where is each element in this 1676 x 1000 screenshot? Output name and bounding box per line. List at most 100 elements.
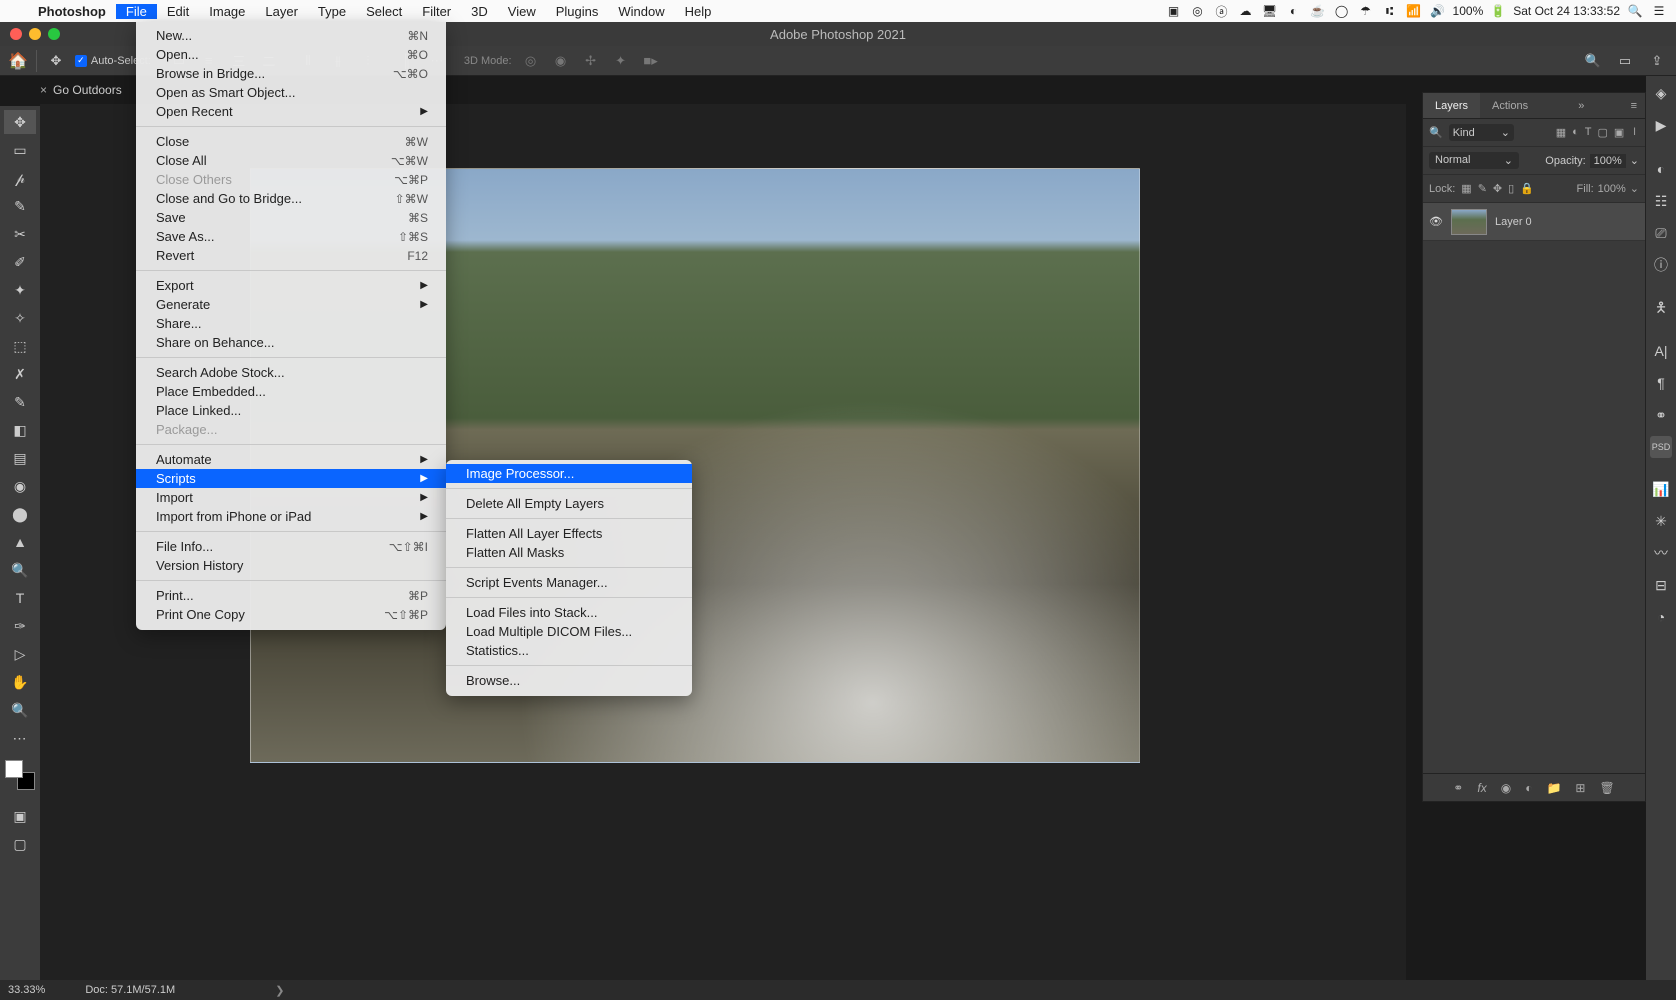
filter-type-icon[interactable]: T — [1585, 126, 1592, 139]
menu-layer[interactable]: Layer — [255, 4, 308, 19]
text-tool[interactable]: T — [4, 586, 36, 610]
brush-tool[interactable]: ✧ — [4, 306, 36, 330]
histogram-icon[interactable]: 📊 — [1650, 478, 1672, 500]
menu-item[interactable]: Delete All Empty Layers — [446, 494, 692, 513]
edit-toolbar[interactable]: ⋯ — [4, 726, 36, 750]
zoom-level[interactable]: 33.33% — [8, 984, 45, 996]
marquee-tool[interactable]: ▭ — [4, 138, 36, 162]
3d-icon[interactable]: ◎ — [520, 50, 542, 72]
play-icon[interactable]: ▶ — [1650, 114, 1672, 136]
menu-item[interactable]: Generate▶ — [136, 295, 446, 314]
menu-type[interactable]: Type — [308, 4, 356, 19]
blend-mode-dropdown[interactable]: Normal ⌄ — [1429, 152, 1519, 169]
lock-nest-icon[interactable]: ▯ — [1508, 182, 1514, 195]
status-icon[interactable]: ▣ — [1165, 4, 1183, 18]
new-layer-icon[interactable]: ⊞ — [1575, 781, 1585, 795]
hand-tool[interactable]: ✋ — [4, 670, 36, 694]
menu-filter[interactable]: Filter — [412, 4, 461, 19]
tab-layers[interactable]: Layers — [1423, 93, 1480, 118]
menu-item[interactable]: Save⌘S — [136, 208, 446, 227]
paragraph-icon[interactable]: A| — [1650, 340, 1672, 362]
filter-shape-icon[interactable]: ▢ — [1597, 126, 1607, 139]
doc-size[interactable]: Doc: 57.1M/57.1M — [85, 984, 175, 996]
delete-icon[interactable]: 🗑 — [1599, 781, 1614, 795]
menu-item[interactable]: Image Processor... — [446, 464, 692, 483]
menu-item[interactable]: Print One Copy⌥⇧⌘P — [136, 605, 446, 624]
opacity-value[interactable]: 100% — [1590, 154, 1626, 168]
expand-icon[interactable]: » — [1570, 93, 1592, 118]
spotlight-icon[interactable]: 🔍 — [1626, 4, 1644, 18]
menu-item[interactable]: Import from iPhone or iPad▶ — [136, 507, 446, 526]
menu-item[interactable]: New...⌘N — [136, 26, 446, 45]
menu-item[interactable]: Browse... — [446, 671, 692, 690]
fill-value[interactable]: 100% — [1598, 183, 1626, 195]
color-icon[interactable]: ◐ — [1650, 158, 1672, 180]
menu-item[interactable]: Flatten All Layer Effects — [446, 524, 692, 543]
volume-icon[interactable]: 🔊 — [1429, 4, 1447, 18]
auto-select-checkbox[interactable]: ✓ — [75, 55, 87, 67]
filter-pixel-icon[interactable]: ▦ — [1556, 126, 1566, 139]
dodge-tool[interactable]: ⬤ — [4, 502, 36, 526]
menu-item[interactable]: Open...⌘O — [136, 45, 446, 64]
lock-all-icon[interactable]: 🔒 — [1520, 182, 1534, 195]
crop-tool[interactable]: ✂ — [4, 222, 36, 246]
wand-tool[interactable]: ✎ — [4, 194, 36, 218]
menu-item[interactable]: Script Events Manager... — [446, 573, 692, 592]
minimize-window[interactable] — [29, 28, 41, 40]
mask-icon[interactable]: ◉ — [1501, 781, 1511, 795]
menu-image[interactable]: Image — [199, 4, 255, 19]
menu-item[interactable]: Share... — [136, 314, 446, 333]
group-icon[interactable]: 📁 — [1546, 781, 1561, 795]
heal-tool[interactable]: ✦ — [4, 278, 36, 302]
menu-item[interactable]: Print...⌘P — [136, 586, 446, 605]
status-icon[interactable]: ⓐ — [1213, 3, 1231, 20]
menu-item[interactable]: Browse in Bridge...⌥⌘O — [136, 64, 446, 83]
wifi-icon[interactable]: 📶 — [1405, 4, 1423, 18]
link-layers-icon[interactable]: ⚭ — [1453, 781, 1463, 795]
menu-item[interactable]: Share on Behance... — [136, 333, 446, 352]
stamp-tool[interactable]: ✗ — [4, 362, 36, 386]
panel-menu-icon[interactable]: ≡ — [1623, 93, 1645, 118]
menu-file[interactable]: File — [116, 4, 157, 19]
close-window[interactable] — [10, 28, 22, 40]
search-icon[interactable]: 🔍 — [1582, 50, 1604, 72]
menu-item[interactable]: Save As...⇧⌘S — [136, 227, 446, 246]
menu-item[interactable]: RevertF12 — [136, 246, 446, 265]
path-icon[interactable]: ⊟ — [1650, 574, 1672, 596]
menu-item[interactable]: Automate▶ — [136, 450, 446, 469]
zoom-tool[interactable]: 🔍 — [4, 698, 36, 722]
document-tab[interactable]: × Go Outdoors — [40, 76, 122, 104]
display-icon[interactable]: 🖥 — [1261, 4, 1279, 18]
close-tab-icon[interactable]: × — [40, 83, 47, 97]
status-icon[interactable]: ☕ — [1309, 4, 1327, 18]
menu-item[interactable]: Place Linked... — [136, 401, 446, 420]
menu-help[interactable]: Help — [675, 4, 722, 19]
filter-toggle[interactable]: ⏽ — [1630, 126, 1639, 139]
blur-tool[interactable]: ◉ — [4, 474, 36, 498]
menu-view[interactable]: View — [498, 4, 546, 19]
pen-tool[interactable]: ▲ — [4, 530, 36, 554]
datetime[interactable]: Sat Oct 24 13:33:52 — [1513, 4, 1620, 18]
menu-item[interactable]: Close All⌥⌘W — [136, 151, 446, 170]
glyph-icon[interactable]: ¶ — [1650, 372, 1672, 394]
adjustments-icon[interactable]: ☷ — [1650, 190, 1672, 212]
battery-icon[interactable]: 🔋 — [1489, 4, 1507, 18]
menu-item[interactable]: Version History — [136, 556, 446, 575]
psd-icon[interactable]: PSD — [1650, 436, 1672, 458]
workspace-icon[interactable]: ▭ — [1614, 50, 1636, 72]
measure-icon[interactable]: 〰 — [1650, 542, 1672, 564]
status-icon[interactable]: ⑆ — [1381, 4, 1399, 18]
menu-3d[interactable]: 3D — [461, 4, 498, 19]
menu-item[interactable]: Close and Go to Bridge...⇧⌘W — [136, 189, 446, 208]
share-icon[interactable]: ⇪ — [1646, 50, 1668, 72]
menu-item[interactable]: Import▶ — [136, 488, 446, 507]
history-brush-tool[interactable]: ✎ — [4, 390, 36, 414]
menu-item[interactable]: Open as Smart Object... — [136, 83, 446, 102]
fx-icon[interactable]: fx — [1477, 781, 1486, 795]
menu-plugins[interactable]: Plugins — [546, 4, 609, 19]
camera-icon[interactable]: ■▸ — [640, 50, 662, 72]
frame-tool[interactable]: ⬚ — [4, 334, 36, 358]
eyedropper-tool[interactable]: ✐ — [4, 250, 36, 274]
layer-name[interactable]: Layer 0 — [1495, 216, 1532, 228]
swatch-icon[interactable]: ◔ — [1650, 606, 1672, 628]
